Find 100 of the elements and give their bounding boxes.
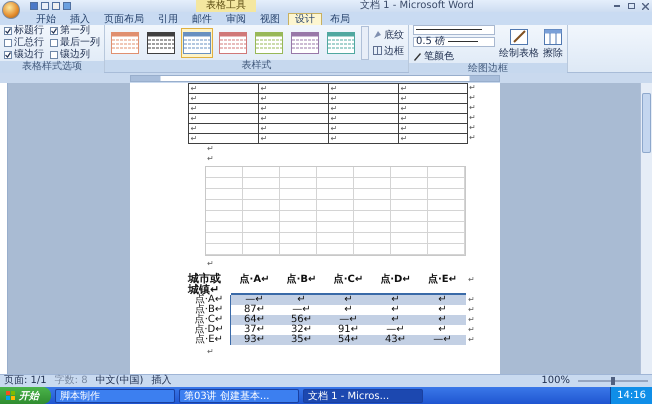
scrollbar-thumb[interactable] (642, 93, 651, 153)
line-style-preview (416, 29, 482, 31)
table-cell: ↵ (398, 102, 468, 114)
row-end-mark: ↵ (468, 103, 477, 113)
checkbox-option[interactable]: 汇总行 (4, 37, 44, 49)
table-cell: 56↵ (278, 315, 325, 325)
ribbon-tab[interactable]: 设计 (288, 13, 322, 25)
table-cell: ↵ (258, 83, 328, 94)
ribbon-tab[interactable]: 开始 (30, 13, 62, 25)
paragraph-mark: ↵ (206, 154, 214, 163)
row-end-mark: ↵ (467, 274, 476, 286)
windows-logo (6, 390, 16, 400)
borders-icon (373, 46, 382, 55)
group-label: 表格样式选项 (0, 61, 104, 73)
paragraph-mark: ↵ (206, 144, 214, 153)
draw-table-button[interactable]: 绘制表格 (499, 28, 539, 60)
ribbon-tab[interactable]: 插入 (64, 13, 96, 25)
checkbox-option[interactable]: 标题行 (4, 25, 44, 37)
checkbox[interactable] (4, 51, 12, 59)
minimize-icon (614, 5, 620, 7)
row-end-mark: ↵ (467, 315, 476, 325)
ribbon-tab[interactable]: 引用 (152, 13, 184, 25)
line-style-dropdown[interactable] (413, 25, 495, 35)
table-cell: 54↵ (325, 335, 372, 345)
table-cell: ↵ (278, 295, 325, 305)
checkbox[interactable] (50, 51, 58, 59)
table-cell: ↵ (398, 122, 468, 134)
table-cell: ↵ (398, 83, 468, 94)
office-button[interactable] (2, 1, 20, 19)
table-cell: ↵ (398, 132, 468, 144)
table-cell: ↵ (398, 112, 468, 124)
checkbox-option[interactable]: 最后一列 (50, 37, 100, 49)
group-label: 表样式 (105, 60, 408, 72)
clock: 14:16 (617, 390, 646, 401)
checkbox-option[interactable]: 镶边行 (4, 49, 44, 61)
gallery-scrollbar[interactable] (361, 26, 369, 60)
row-end-mark: ↵ (468, 133, 477, 143)
ribbon-tab[interactable]: 审阅 (220, 13, 252, 25)
table-style-preview (147, 32, 175, 54)
zoom-level[interactable]: 100% (541, 375, 570, 387)
row-end-mark: ↵ (468, 83, 477, 93)
table-cell: ↵ (372, 315, 419, 325)
row-end-mark: ↵ (467, 325, 476, 335)
table-style-preview (219, 32, 247, 54)
table-cell: ↵ (328, 83, 398, 94)
table-cell: ↵ (419, 315, 466, 325)
table-cell: 43↵ (372, 335, 419, 345)
ribbon-tab[interactable]: 视图 (254, 13, 286, 25)
insert-mode[interactable]: 插入 (151, 375, 172, 387)
table-style-preview (291, 32, 319, 54)
table-style-preview (183, 32, 211, 54)
row-end-mark: ↵ (467, 305, 476, 315)
line-weight-preview (448, 41, 478, 43)
borders-button[interactable]: 边框 (373, 44, 404, 58)
paragraph-mark: ↵ (206, 347, 214, 356)
paint-bucket-icon (373, 30, 382, 39)
close-icon (642, 2, 648, 10)
table-cell: —↵ (231, 295, 278, 305)
maximize-icon (628, 3, 634, 9)
ribbon-tab[interactable]: 邮件 (186, 13, 218, 25)
table-style-preview (111, 32, 139, 54)
line-weight-dropdown[interactable]: 0.5 磅 (413, 37, 495, 47)
pen-color-button[interactable]: 笔颜色 (413, 49, 495, 63)
context-tab-label: 表格工具 (196, 0, 256, 12)
paragraph-mark: ↵ (206, 259, 214, 268)
pen-icon (413, 52, 422, 60)
table-icon (544, 28, 562, 44)
table-cell: ↵ (372, 295, 419, 305)
zoom-slider-thumb[interactable] (611, 377, 615, 385)
table-cell: ↵ (419, 295, 466, 305)
shading-button[interactable]: 底纹 (373, 28, 404, 42)
checkbox[interactable] (4, 27, 12, 35)
taskbar-button[interactable]: 第03讲 创建基本... (179, 388, 299, 402)
ribbon-tab[interactable]: 页面布局 (98, 13, 150, 25)
checkbox-option[interactable]: 镶边列 (50, 49, 100, 61)
pencil-table-icon (510, 28, 528, 44)
page-count[interactable]: 页面: 1/1 (4, 375, 47, 387)
checkbox-option[interactable]: 第一列 (50, 25, 100, 37)
checkbox[interactable] (50, 39, 58, 47)
ribbon-tab[interactable]: 布局 (324, 13, 356, 25)
row-end-mark: ↵ (468, 123, 477, 133)
taskbar-button[interactable]: 脚本制作 (55, 388, 175, 402)
table-cell: ↵ (188, 132, 258, 144)
checkbox[interactable] (4, 39, 12, 47)
table-cell: —↵ (325, 315, 372, 325)
table-cell: 93↵ (231, 335, 278, 345)
table-style-thumbnail[interactable] (181, 28, 213, 58)
checkbox[interactable] (50, 27, 58, 35)
taskbar-button[interactable]: 文档 1 - Micros... (303, 388, 423, 402)
table-style-preview (255, 32, 283, 54)
row-end-mark: ↵ (468, 113, 477, 123)
eraser-button[interactable]: 擦除 (543, 28, 563, 60)
table-cell: 64↵ (231, 315, 278, 325)
row-end-mark: ↵ (467, 295, 476, 305)
table-cell: 35↵ (278, 335, 325, 345)
language-status[interactable]: 中文(中国) (96, 375, 144, 387)
row-end-mark: ↵ (467, 335, 476, 345)
table-style-preview (327, 32, 355, 54)
row-end-mark: ↵ (468, 93, 477, 103)
table-cell: —↵ (419, 335, 466, 345)
